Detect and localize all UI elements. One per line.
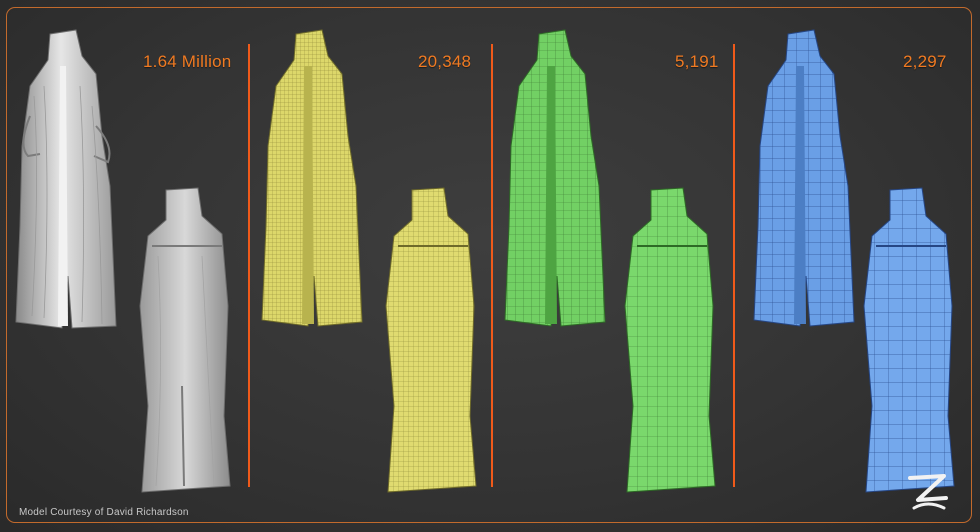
panel-green: 5,191: [499, 14, 733, 514]
polycount-label: 5,191: [675, 52, 719, 71]
panel-blue: 2,297: [742, 14, 968, 514]
coat-front-image: [748, 26, 860, 336]
polycount-label: 1.64 Million: [143, 52, 232, 71]
zbrush-logo-icon: [904, 470, 952, 514]
coat-back-image: [846, 186, 958, 496]
panel-sculpt: 1.64 Million: [10, 14, 248, 514]
coat-back-image: [122, 186, 234, 496]
divider: [248, 44, 250, 487]
divider: [491, 44, 493, 487]
polycount-label: 20,348: [418, 52, 472, 71]
coat-back-image: [368, 186, 480, 496]
panel-yellow: 20,348: [256, 14, 490, 514]
coat-front-image: [499, 26, 611, 336]
model-credit: Model Courtesy of David Richardson: [19, 507, 189, 518]
image-frame: 1.64 Million 20,348 5,191 2,297 Model Co…: [0, 0, 980, 532]
coat-back-image: [607, 186, 719, 496]
coat-front-image: [256, 26, 368, 336]
coat-front-image: [10, 26, 122, 336]
polycount-label: 2,297: [903, 52, 947, 71]
divider: [733, 44, 735, 487]
